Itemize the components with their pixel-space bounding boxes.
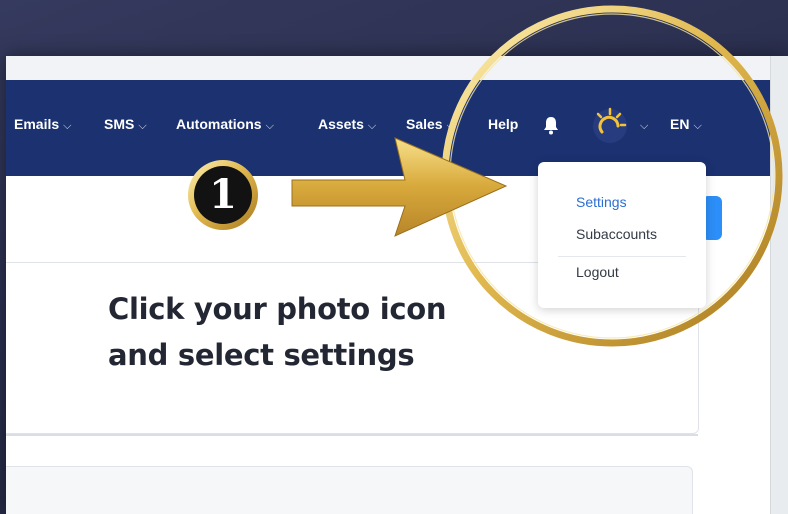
nav-help[interactable]: Help [488,116,518,132]
chevron-down-icon: ⌵ [693,120,702,132]
app-screenshot: Emails ⌵ SMS ⌵ Automations ⌵ Assets ⌵ Sales ⌵… [6,56,788,514]
nav-assets[interactable]: Assets ⌵ [318,116,376,133]
menu-item-subaccounts[interactable]: Subaccounts [576,226,657,242]
chevron-down-icon: ⌵ [640,120,649,132]
avatar-sun-icon[interactable] [590,106,630,146]
top-strip [6,56,788,80]
nav-emails[interactable]: Emails ⌵ [14,116,71,133]
content-box [6,466,693,514]
avatar-chevron[interactable]: ⌵ [636,116,648,133]
chevron-down-icon: ⌵ [138,120,147,132]
nav-sales[interactable]: Sales ⌵ [406,116,455,133]
step-number: 1 [209,171,237,218]
chevron-down-icon: ⌵ [265,120,274,132]
panel-divider [6,434,698,436]
instruction-text: Click your photo icon and select setting… [108,292,447,372]
scrollbar[interactable] [770,56,788,514]
step-number-badge: 1 [186,158,260,232]
language-selector[interactable]: EN ⌵ [670,116,702,133]
menu-item-settings[interactable]: Settings [576,194,627,210]
account-dropdown-menu: Settings Subaccounts Logout [538,162,706,308]
menu-item-logout[interactable]: Logout [576,264,619,280]
menu-divider [558,256,686,257]
chevron-down-icon: ⌵ [446,120,455,132]
nav-sms[interactable]: SMS ⌵ [104,116,147,133]
bell-icon[interactable] [542,115,560,135]
chevron-down-icon: ⌵ [367,120,377,132]
chevron-down-icon: ⌵ [63,120,72,132]
nav-automations[interactable]: Automations ⌵ [176,116,274,133]
